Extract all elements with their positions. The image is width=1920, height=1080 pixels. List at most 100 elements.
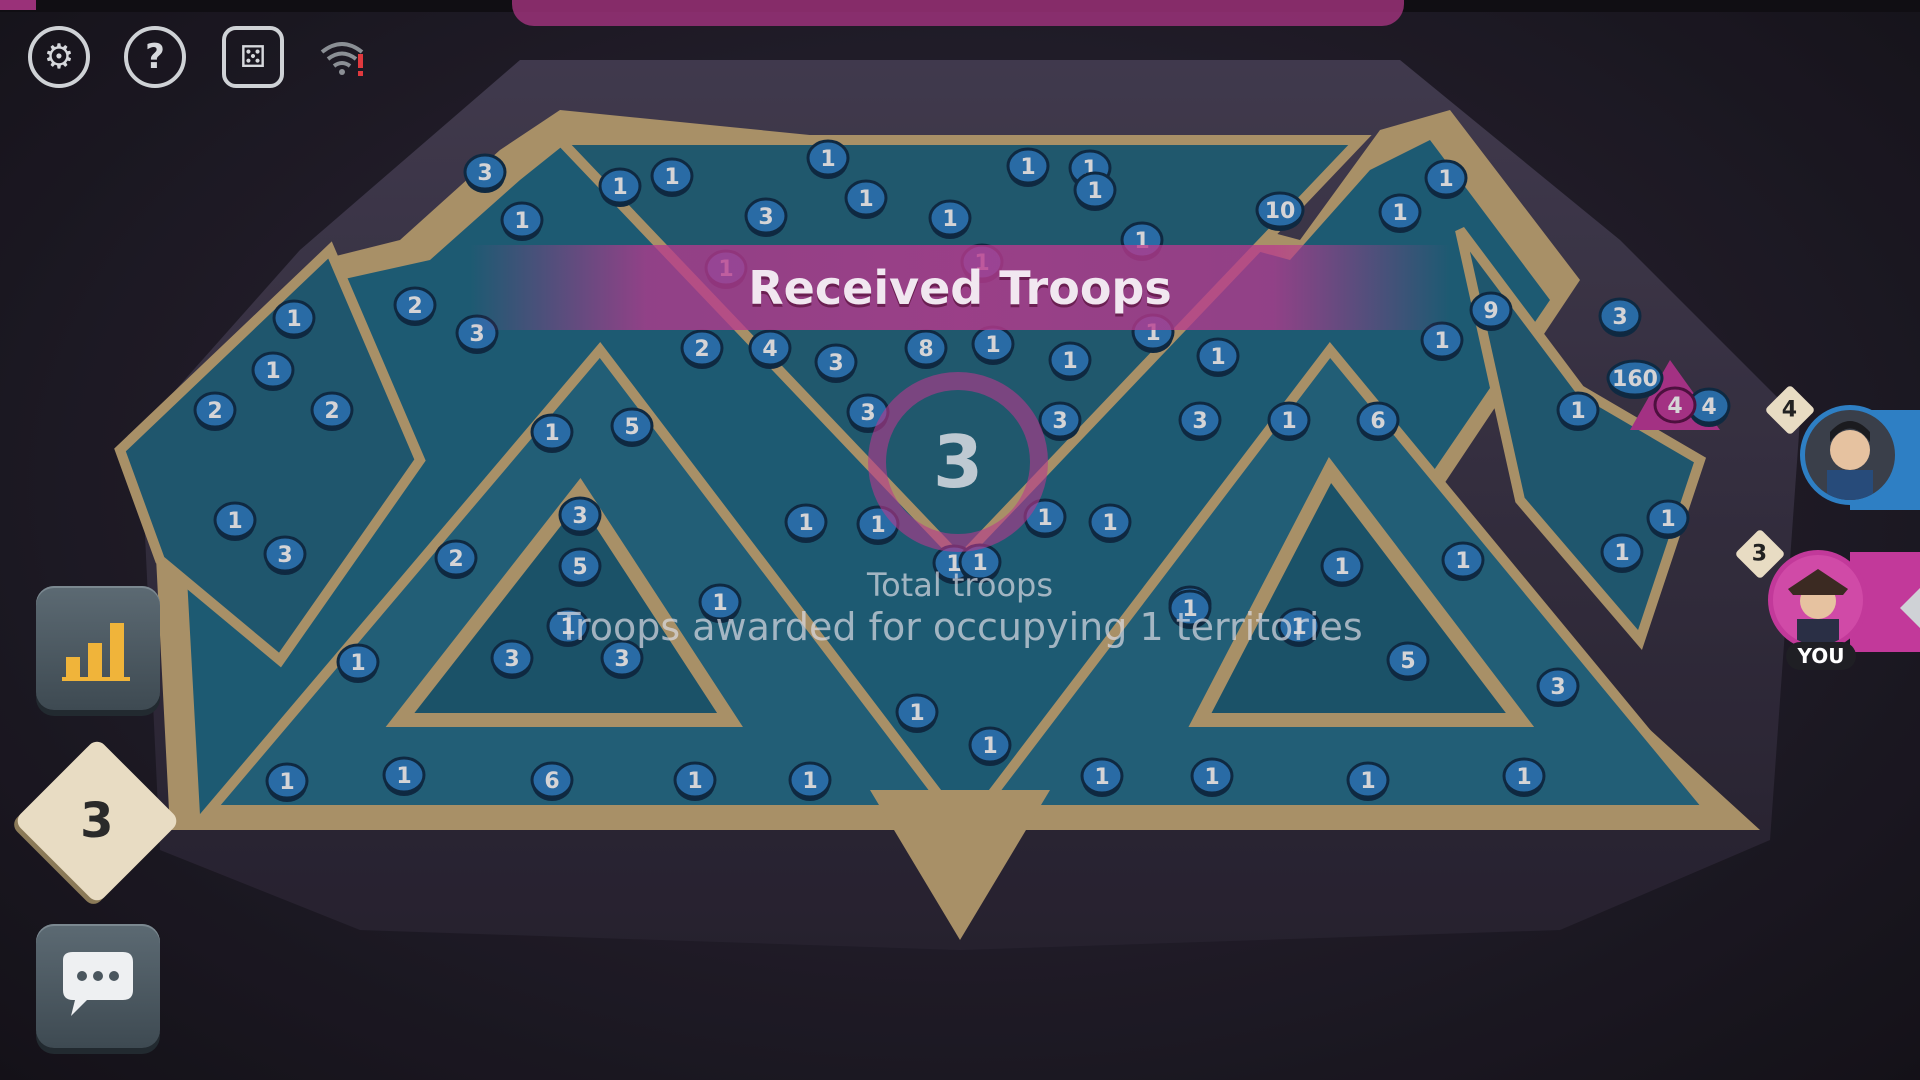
troop-counter[interactable]: 1	[1048, 341, 1092, 381]
troop-count: 1	[1360, 769, 1375, 794]
troop-count: 1	[1094, 765, 1109, 790]
troop-counter[interactable]: 1	[895, 693, 939, 733]
troop-counter[interactable]: 1	[251, 351, 295, 391]
troop-counter[interactable]: 8	[904, 329, 948, 369]
troop-counter[interactable]: 1	[650, 157, 694, 197]
troop-count: 1	[1210, 345, 1225, 370]
statistics-button[interactable]	[36, 586, 160, 710]
troop-counter[interactable]: 1	[1441, 541, 1485, 581]
troop-counter[interactable]: 1	[1006, 147, 1050, 187]
troop-count: 1	[820, 147, 835, 172]
troop-counter[interactable]: 1	[272, 299, 316, 339]
troop-counter[interactable]: 1	[1190, 757, 1234, 797]
troop-counter[interactable]: 3	[463, 153, 507, 193]
troop-counter[interactable]: 1	[382, 756, 426, 796]
total-troops-label: Total troops	[866, 566, 1054, 604]
troop-counter[interactable]: 5	[610, 407, 654, 447]
troop-count: 1	[1614, 541, 1629, 566]
troop-counter[interactable]: 4	[748, 329, 792, 369]
troop-count: 1	[279, 770, 294, 795]
dice-button[interactable]: ⚄	[222, 26, 284, 88]
troop-count: 4	[762, 337, 777, 362]
troop-counter[interactable]: 1	[1196, 337, 1240, 377]
total-troops-circle: 3	[868, 372, 1048, 552]
troop-counter[interactable]: 1	[213, 501, 257, 541]
troop-counter[interactable]: 160	[1606, 359, 1664, 399]
gear-icon: ⚙	[43, 37, 75, 77]
you-avatar[interactable]	[1768, 550, 1868, 650]
troop-counter[interactable]: 9	[1469, 291, 1513, 331]
troop-count: 8	[918, 337, 933, 362]
troop-counter[interactable]: 1	[844, 179, 888, 219]
troop-counter[interactable]: 1	[1088, 503, 1132, 543]
troop-counter[interactable]: 1	[1600, 533, 1644, 573]
pink-troop-counter[interactable]: 4	[1653, 386, 1697, 424]
troop-counter[interactable]: 6	[1356, 401, 1400, 441]
troop-count: 1	[798, 511, 813, 536]
troop-counter[interactable]: 1	[788, 761, 832, 801]
troop-count: 1	[1102, 511, 1117, 536]
troop-counter[interactable]: 2	[310, 391, 354, 431]
troop-count: 3	[572, 504, 587, 529]
troop-counter[interactable]: 1	[1556, 391, 1600, 431]
troop-counter[interactable]: 1	[1378, 193, 1422, 233]
bar-chart-icon	[62, 623, 130, 681]
troop-counter[interactable]: 1	[598, 167, 642, 207]
troop-count: 1	[265, 359, 280, 384]
troop-count: 1	[802, 769, 817, 794]
question-icon: ?	[145, 37, 165, 77]
troop-counter[interactable]: 2	[393, 286, 437, 326]
troop-counter[interactable]: 3	[1178, 401, 1222, 441]
troop-counter[interactable]: 6	[530, 761, 574, 801]
troop-counter[interactable]: 1	[1080, 757, 1124, 797]
troop-counter[interactable]: 1	[1346, 761, 1390, 801]
troop-counter[interactable]: 1	[968, 726, 1012, 766]
troop-counter[interactable]: 1	[265, 762, 309, 802]
troop-counter[interactable]: 3	[1536, 667, 1580, 707]
troop-counter[interactable]: 1	[1502, 757, 1546, 797]
troop-counter[interactable]: 1	[1320, 547, 1364, 587]
troop-counter[interactable]: 1	[806, 139, 850, 179]
troop-counter[interactable]: 1	[500, 201, 544, 241]
troop-counter[interactable]: 3	[814, 343, 858, 383]
troop-counter[interactable]: 3	[263, 535, 307, 575]
troop-count: 1	[942, 207, 957, 232]
troop-counter[interactable]: 2	[193, 391, 237, 431]
dice-icon: ⚄	[239, 39, 267, 75]
troop-count: 1	[1438, 167, 1453, 192]
troop-counter[interactable]: 1	[971, 325, 1015, 365]
troop-counter[interactable]: 1	[784, 503, 828, 543]
help-button[interactable]: ?	[124, 26, 186, 88]
troop-counter[interactable]: 1	[1646, 499, 1690, 539]
settings-button[interactable]: ⚙	[28, 26, 90, 88]
troop-counter[interactable]: 2	[434, 539, 478, 579]
troop-counter[interactable]: 3	[744, 197, 788, 237]
expand-arrow-icon[interactable]	[1900, 588, 1920, 628]
troop-count: 3	[828, 351, 843, 376]
troop-counter[interactable]: 3	[558, 496, 602, 536]
troop-counter[interactable]: 3	[1038, 401, 1082, 441]
opponent-avatar[interactable]	[1800, 405, 1900, 505]
troop-counter[interactable]: 1	[336, 643, 380, 683]
troop-count: 3	[614, 647, 629, 672]
troop-count: 3	[860, 401, 875, 426]
troop-counter[interactable]: 1	[1073, 171, 1117, 211]
troop-counter[interactable]: 1	[1267, 401, 1311, 441]
network-status	[318, 36, 366, 76]
chat-button[interactable]	[36, 924, 160, 1048]
troop-count: 3	[1550, 675, 1565, 700]
troop-count: 1	[985, 333, 1000, 358]
troop-counter[interactable]: 1	[673, 761, 717, 801]
troop-counter[interactable]: 5	[558, 547, 602, 587]
troop-counter[interactable]: 2	[680, 329, 724, 369]
troop-count: 10	[1265, 199, 1296, 224]
troop-counter[interactable]: 1	[928, 199, 972, 239]
troop-counter[interactable]: 3	[1598, 297, 1642, 337]
troop-counter[interactable]: 1	[530, 413, 574, 453]
troop-count: 1	[870, 513, 885, 538]
troop-count: 2	[207, 399, 222, 424]
troops-awarded-text: Troops awarded for occupying 1 territori…	[557, 605, 1363, 649]
troop-count: 2	[407, 294, 422, 319]
troop-counter[interactable]: 10	[1255, 191, 1305, 231]
troop-counter[interactable]: 1	[1424, 159, 1468, 199]
